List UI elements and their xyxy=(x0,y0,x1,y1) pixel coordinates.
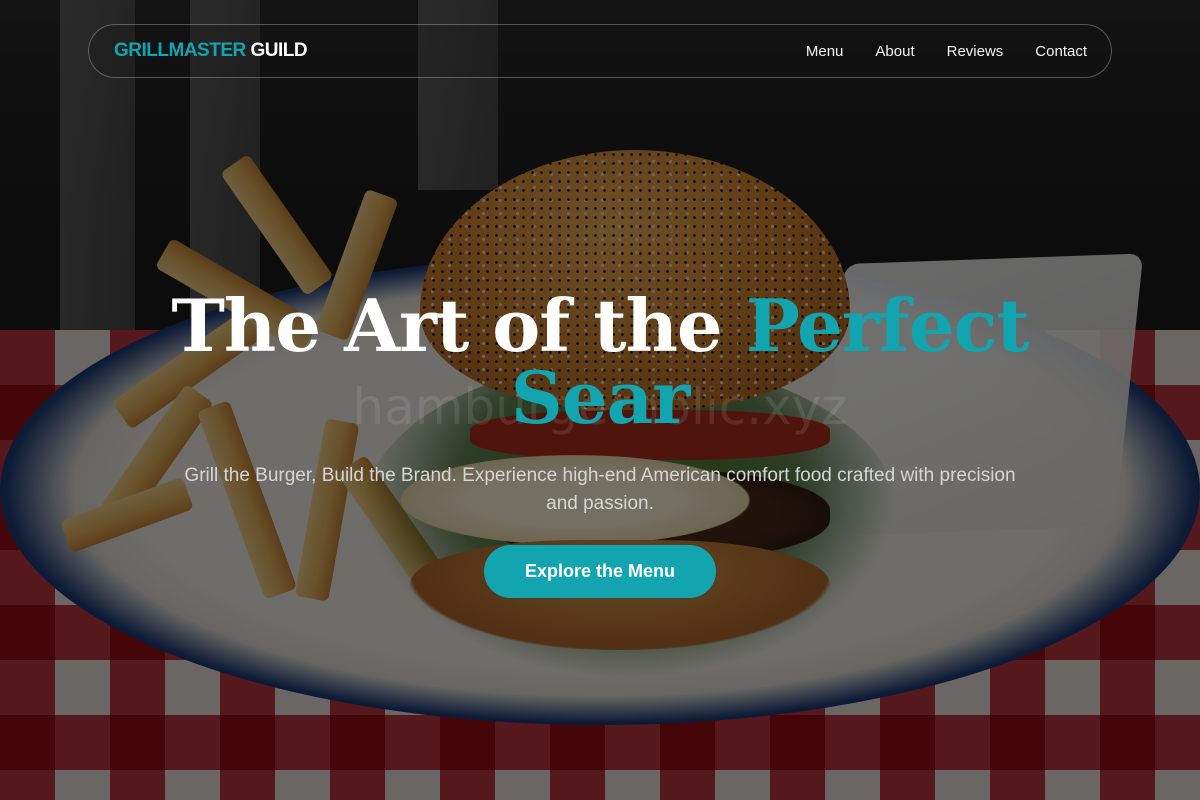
nav-link-about[interactable]: About xyxy=(875,43,914,60)
hero-title: The Art of the Perfect Sear xyxy=(0,290,1200,434)
explore-menu-button[interactable]: Explore the Menu xyxy=(484,545,716,598)
navbar: GRILLMASTER GUILD Menu About Reviews Con… xyxy=(88,24,1112,78)
hero-subtitle: Grill the Burger, Build the Brand. Exper… xyxy=(184,465,1016,514)
brand-name-part2: GUILD xyxy=(250,40,308,61)
brand-name-part1: GRILLMASTER xyxy=(114,40,246,61)
nav-link-contact[interactable]: Contact xyxy=(1035,43,1087,60)
hero-title-highlight-line2: Sear xyxy=(510,355,690,440)
hero-title-highlight: Perfect xyxy=(745,283,1030,368)
nav-link-menu[interactable]: Menu xyxy=(806,43,844,60)
nav-links: Menu About Reviews Contact xyxy=(806,43,1087,60)
brand-logo[interactable]: GRILLMASTER GUILD xyxy=(114,40,308,62)
nav-link-reviews[interactable]: Reviews xyxy=(947,43,1004,60)
